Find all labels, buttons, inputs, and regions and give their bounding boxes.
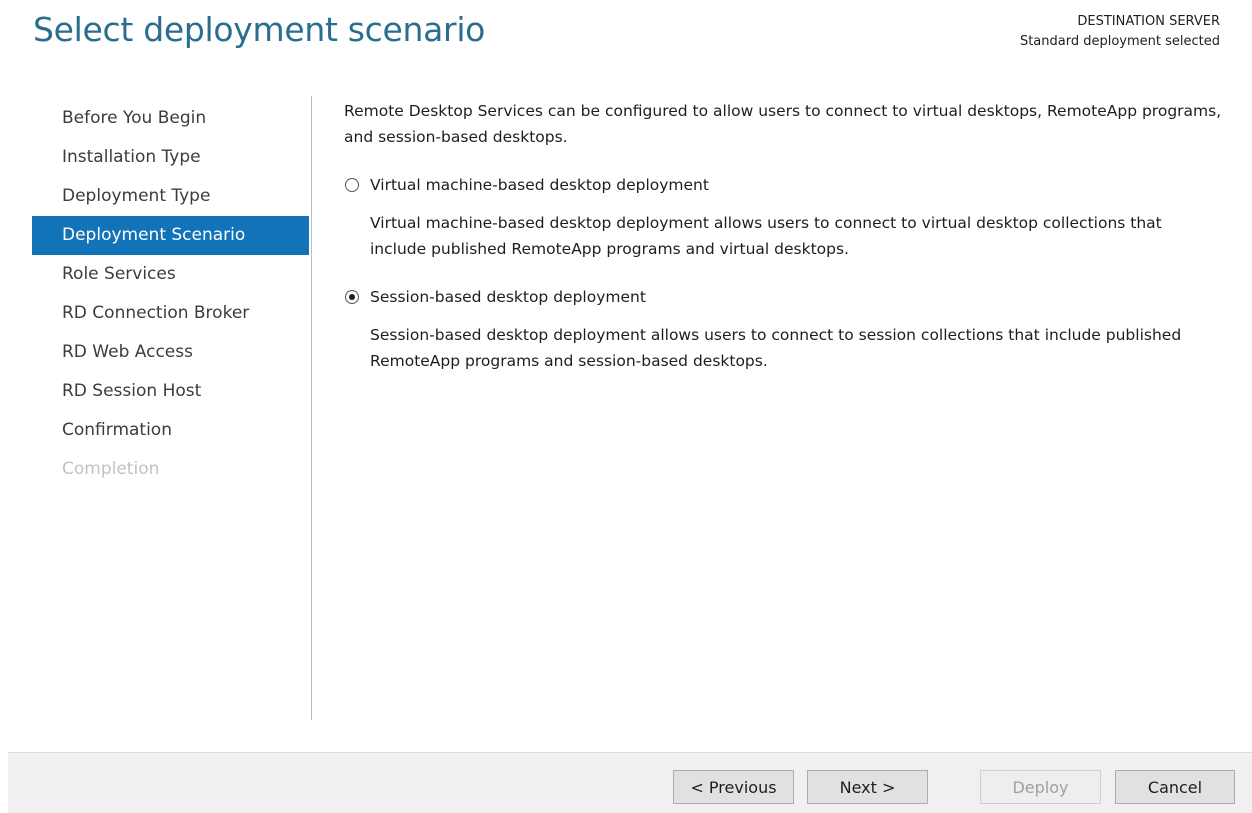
nav-item-completion: Completion (62, 459, 160, 479)
wizard-nav: Before You Begin Installation Type Deplo… (32, 99, 309, 489)
nav-item-deployment-scenario[interactable]: Deployment Scenario (32, 216, 309, 255)
nav-divider (311, 96, 312, 720)
nav-item-installation-type[interactable]: Installation Type (32, 138, 309, 177)
option-label[interactable]: Session-based desktop deployment (370, 284, 646, 310)
nav-item-confirmation[interactable]: Confirmation (32, 411, 309, 450)
nav-item-deployment-type[interactable]: Deployment Type (32, 177, 309, 216)
radio-dot-icon (349, 294, 355, 300)
destination-server-label: DESTINATION SERVER (1077, 14, 1220, 29)
option-label[interactable]: Virtual machine-based desktop deployment (370, 172, 709, 198)
intro-text: Remote Desktop Services can be configure… (344, 102, 1222, 146)
deploy-button: Deploy (980, 770, 1101, 804)
cancel-button[interactable]: Cancel (1115, 770, 1235, 804)
main-content: Remote Desktop Services can be configure… (344, 98, 1224, 374)
destination-server-value: Standard deployment selected (1019, 34, 1220, 49)
nav-item-before-you-begin[interactable]: Before You Begin (32, 99, 309, 138)
page-title: Select deployment scenario (33, 10, 486, 49)
destination-server-info: DESTINATION SERVER Standard deployment s… (1020, 12, 1220, 52)
option-description: Session-based desktop deployment allows … (370, 326, 1182, 370)
previous-button[interactable]: < Previous (673, 770, 794, 804)
wizard-footer: < Previous Next > Deploy Cancel (8, 752, 1252, 813)
nav-item-rd-session-host[interactable]: RD Session Host (32, 372, 309, 411)
option-description: Virtual machine-based desktop deployment… (370, 214, 1162, 258)
radio-selected-icon[interactable] (345, 290, 359, 304)
option-session-based[interactable]: Session-based desktop deployment (344, 284, 1224, 310)
option-virtual-machine-based[interactable]: Virtual machine-based desktop deployment (344, 172, 1224, 198)
radio-unselected-icon[interactable] (345, 178, 359, 192)
nav-item-role-services[interactable]: Role Services (32, 255, 309, 294)
nav-item-rd-web-access[interactable]: RD Web Access (32, 333, 309, 372)
next-button[interactable]: Next > (807, 770, 928, 804)
nav-item-rd-connection-broker[interactable]: RD Connection Broker (32, 294, 309, 333)
